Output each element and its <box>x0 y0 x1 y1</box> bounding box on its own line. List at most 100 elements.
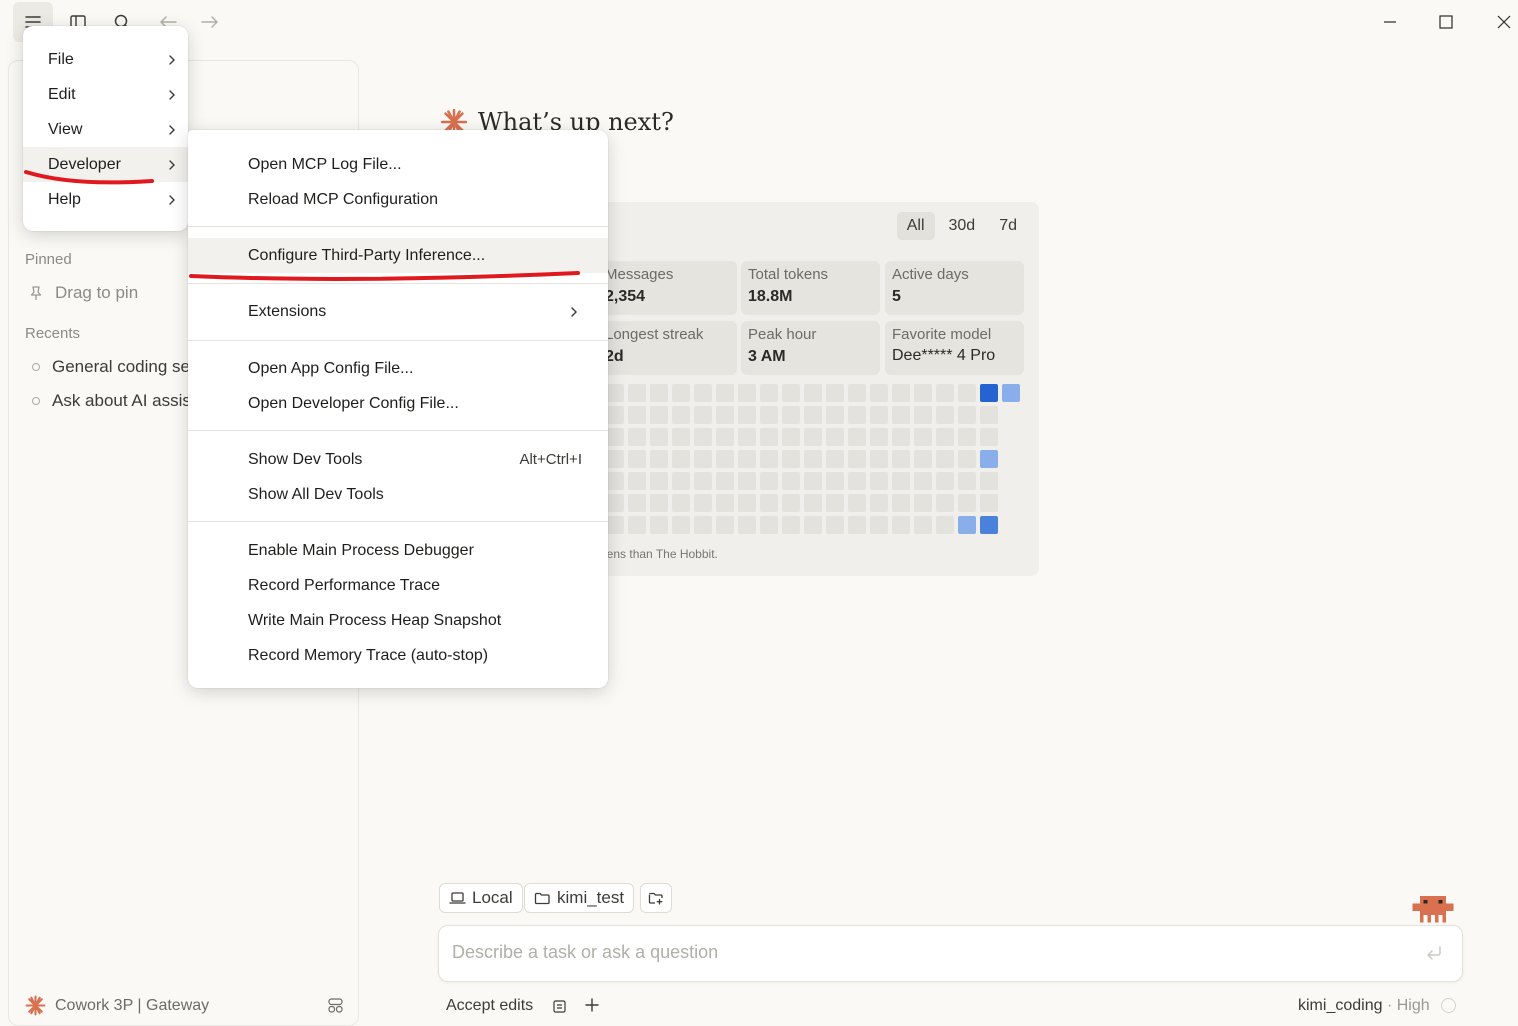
layout-toggle-button[interactable] <box>328 998 343 1013</box>
stat-label: Total tokens <box>748 266 829 283</box>
heatmap-cell <box>738 472 756 490</box>
menu-item-enable-debugger[interactable]: Enable Main Process Debugger <box>188 533 608 568</box>
chevron-right-icon <box>169 89 175 100</box>
stat-value: 5 <box>892 288 901 305</box>
heatmap-cell <box>936 450 954 468</box>
menu-item-label: Extensions <box>248 302 327 320</box>
stat-peak-hour: Peak hour 3 AM <box>741 321 880 375</box>
menu-item-show-all-dev-tools[interactable]: Show All Dev Tools <box>188 477 608 512</box>
menu-item-edit[interactable]: Edit <box>23 77 188 112</box>
heatmap-cell <box>628 450 646 468</box>
stat-favorite-model: Favorite model Dee***** 4 Pro <box>885 321 1024 375</box>
menu-divider <box>188 340 608 341</box>
stat-label: Messages <box>605 266 674 283</box>
heatmap-cell <box>606 494 624 512</box>
heatmap-cell <box>804 450 822 468</box>
heatmap-cell <box>892 494 910 512</box>
heatmap-cell <box>848 450 866 468</box>
add-button[interactable] <box>585 998 599 1012</box>
composer-box <box>438 925 1463 982</box>
range-tab-all[interactable]: All <box>896 212 935 240</box>
heatmap-cell <box>738 516 756 534</box>
minimize-button[interactable] <box>1367 4 1413 40</box>
heatmap-cell <box>804 494 822 512</box>
heatmap-cell <box>826 516 844 534</box>
submit-button[interactable] <box>1425 945 1443 961</box>
heatmap-cell <box>672 450 690 468</box>
mascot-icon <box>1411 896 1455 926</box>
heatmap-cell <box>892 516 910 534</box>
menu-item-configure-inference[interactable]: Configure Third-Party Inference... <box>188 238 608 273</box>
heatmap-cell <box>980 406 998 424</box>
model-selector[interactable]: kimi_coding · High <box>1298 997 1430 1015</box>
environment-chip[interactable]: Local <box>439 883 523 913</box>
stat-longest-streak: Longest streak 2d <box>598 321 737 375</box>
heatmap-cell <box>870 428 888 446</box>
menu-item-view[interactable]: View <box>23 112 188 147</box>
heatmap-cell <box>716 516 734 534</box>
drag-to-pin-label: Drag to pin <box>55 283 139 302</box>
heatmap-cell <box>870 406 888 424</box>
range-tab-30d[interactable]: 30d <box>939 212 986 240</box>
heatmap-cell <box>628 494 646 512</box>
recent-item[interactable]: General coding se <box>32 357 190 377</box>
heatmap-cell <box>848 516 866 534</box>
heatmap-cell <box>936 384 954 402</box>
heatmap-cell <box>716 472 734 490</box>
range-tabs: All 30d 7d <box>896 212 1027 240</box>
grid-icon <box>328 998 343 1013</box>
heatmap-cell <box>870 516 888 534</box>
close-button[interactable] <box>1481 4 1518 40</box>
chevron-right-icon <box>571 306 577 317</box>
heatmap-cell <box>716 384 734 402</box>
accept-edits-button[interactable]: Accept edits <box>446 997 533 1015</box>
drag-to-pin-row: Drag to pin <box>29 283 138 303</box>
heatmap-cell <box>936 494 954 512</box>
heatmap-cell <box>628 516 646 534</box>
heatmap-cell <box>760 406 778 424</box>
heatmap-cell <box>672 428 690 446</box>
heatmap-cell <box>716 494 734 512</box>
app-menu: File Edit View Developer Help <box>23 26 188 231</box>
menu-item-record-perf-trace[interactable]: Record Performance Trace <box>188 568 608 603</box>
stat-label: Favorite model <box>892 326 992 343</box>
menu-item-label: File <box>48 50 74 68</box>
task-input[interactable] <box>452 942 1392 963</box>
heatmap-cell <box>672 384 690 402</box>
maximize-button[interactable] <box>1423 4 1469 40</box>
minimize-icon <box>1384 21 1396 23</box>
menu-item-open-app-config[interactable]: Open App Config File... <box>188 351 608 386</box>
heatmap-cell <box>694 384 712 402</box>
menu-item-reload-mcp[interactable]: Reload MCP Configuration <box>188 182 608 217</box>
heatmap-cell <box>936 428 954 446</box>
menu-item-memory-trace[interactable]: Record Memory Trace (auto-stop) <box>188 638 608 673</box>
laptop-icon <box>449 892 466 904</box>
heatmap-cell <box>870 384 888 402</box>
menu-item-file[interactable]: File <box>23 42 188 77</box>
heatmap-cell <box>914 516 932 534</box>
menu-item-open-mcp-log[interactable]: Open MCP Log File... <box>188 147 608 182</box>
range-tab-7d[interactable]: 7d <box>989 212 1027 240</box>
forward-button[interactable] <box>190 2 230 42</box>
menu-item-open-dev-config[interactable]: Open Developer Config File... <box>188 386 608 421</box>
heatmap-cell <box>672 516 690 534</box>
folder-chip[interactable]: kimi_test <box>524 883 635 913</box>
menu-item-extensions[interactable]: Extensions <box>188 294 608 329</box>
heatmap-cell <box>606 516 624 534</box>
menu-item-show-dev-tools[interactable]: Show Dev Tools Alt+Ctrl+I <box>188 442 608 477</box>
heatmap-cell <box>606 384 624 402</box>
heatmap-cell <box>870 450 888 468</box>
workspace-switcher[interactable]: Cowork 3P | Gateway <box>25 995 209 1016</box>
menu-item-help[interactable]: Help <box>23 182 188 217</box>
recent-item[interactable]: Ask about AI assis <box>32 391 191 411</box>
heatmap-cell <box>606 406 624 424</box>
heatmap-cell <box>804 384 822 402</box>
menu-item-heap-snapshot[interactable]: Write Main Process Heap Snapshot <box>188 603 608 638</box>
heatmap-cell <box>870 494 888 512</box>
mode-button[interactable] <box>553 1000 566 1013</box>
heatmap-cell <box>958 428 976 446</box>
pin-icon <box>30 286 42 300</box>
stat-active-days: Active days 5 <box>885 261 1024 315</box>
menu-item-developer[interactable]: Developer <box>23 147 188 182</box>
add-folder-button[interactable] <box>640 883 672 913</box>
